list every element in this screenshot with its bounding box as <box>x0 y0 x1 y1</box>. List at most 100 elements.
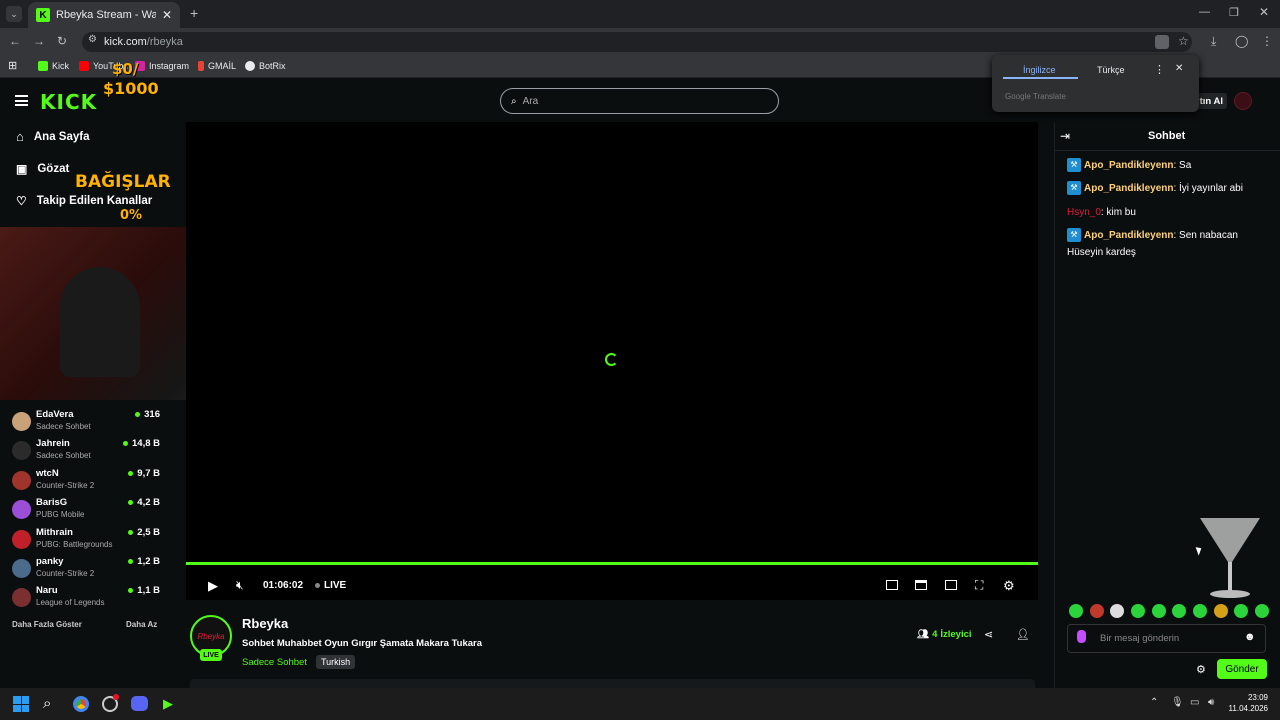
site-info-icon[interactable]: ⚙ <box>88 34 97 45</box>
channel-item[interactable]: Mithrain PUBG: Battlegrounds 2,5 B <box>10 527 160 556</box>
menu-dots-icon[interactable]: ⋮ <box>1261 34 1273 48</box>
channel-name: Naru <box>36 585 58 596</box>
chat-username[interactable]: Apo_Pandikleyenn <box>1084 160 1173 171</box>
taskbar-clock[interactable]: 23:09 11.04.2026 <box>1228 693 1268 713</box>
botrix-icon <box>245 61 255 71</box>
volume-icon[interactable]: 🔊︎ <box>1208 697 1214 708</box>
nav-following[interactable]: ♡ Takip Edilen Kanallar <box>16 194 152 208</box>
tab-search-icon[interactable]: ⌄ <box>6 6 22 22</box>
progress-bar[interactable] <box>186 562 1038 565</box>
theatre-mode-icon[interactable] <box>945 580 957 590</box>
hamburger-menu-icon[interactable] <box>15 95 28 106</box>
pip-icon[interactable] <box>886 580 898 590</box>
live-indicator[interactable]: LIVE <box>315 580 346 591</box>
channel-item[interactable]: wtcN Counter-Strike 2 9,7 B <box>10 468 160 497</box>
url-bar[interactable]: kick.com/rbeyka <box>82 32 1192 52</box>
bookmark-kick[interactable]: Kick <box>38 61 69 71</box>
chat-message: Hsyn_0: kim bu <box>1067 207 1136 218</box>
translate-options-icon[interactable]: ⋮ <box>1154 63 1165 76</box>
channel-item[interactable]: Jahrein Sadece Sohbet 14,8 B <box>10 438 160 467</box>
profile-icon[interactable]: ◯ <box>1235 34 1248 48</box>
channel-name: wtcN <box>36 468 59 479</box>
emote-icon[interactable] <box>1089 604 1104 618</box>
avatar-logo-text: Rbeyka <box>197 631 225 641</box>
collapse-chat-icon[interactable]: ⇥ <box>1060 129 1070 143</box>
send-button[interactable]: Gönder <box>1217 659 1267 679</box>
emoji-picker-icon[interactable]: ☻ <box>1244 631 1256 643</box>
streamer-silhouette <box>60 267 140 377</box>
emote-icon[interactable] <box>1069 604 1083 618</box>
emote-icon[interactable] <box>1213 604 1228 618</box>
windows-taskbar <box>0 688 1280 720</box>
browser-tab[interactable]: K Rbeyka Stream - Watch Live on ✕ <box>28 2 180 28</box>
network-icon[interactable]: ▭ <box>1190 697 1199 708</box>
microphone-icon[interactable] <box>1077 630 1086 643</box>
download-icon[interactable]: ⤓ <box>1211 34 1216 49</box>
search-input[interactable]: ⌕ Ara <box>500 88 779 114</box>
emote-icon[interactable] <box>1110 604 1125 618</box>
chat-username[interactable]: Apo_Pandikleyenn <box>1084 230 1173 241</box>
translate-tab-turkish[interactable]: Türkçe <box>1097 65 1125 75</box>
back-icon[interactable]: ← <box>9 34 21 48</box>
emote-icon[interactable] <box>1234 604 1249 618</box>
url-path: /rbeyka <box>146 36 183 48</box>
reload-icon[interactable]: ↻ <box>57 34 67 48</box>
bookmark-botrix[interactable]: BotRix <box>245 61 286 71</box>
emote-icon[interactable] <box>1151 604 1166 618</box>
chat-message-input[interactable]: Bir mesaj gönderin <box>1067 624 1266 653</box>
channel-category: PUBG: Battlegrounds <box>36 540 113 549</box>
nav-browse[interactable]: ▣ Gözat <box>16 162 69 176</box>
discord-icon[interactable] <box>131 696 148 711</box>
chat-username[interactable]: Hsyn_0 <box>1067 207 1101 218</box>
cocktail-glass-emote <box>1200 518 1260 598</box>
chat-settings-icon[interactable]: ⚙ <box>1196 663 1206 676</box>
translate-icon[interactable] <box>1155 35 1169 49</box>
fullscreen-icon[interactable]: ⛶ <box>975 578 983 593</box>
minimize-icon[interactable]: — <box>1199 6 1210 18</box>
channel-item[interactable]: Naru League of Legends 1,1 B <box>10 585 160 614</box>
channel-item[interactable]: EdaVera Sadece Sohbet 316 <box>10 409 160 438</box>
translate-tab-english[interactable]: İngilizce <box>1023 65 1056 75</box>
kick-app-icon[interactable]: ▶ <box>163 696 173 712</box>
window-close-icon[interactable]: ✕ <box>1259 5 1269 19</box>
mic-tray-icon[interactable]: 🎙︎ <box>1171 697 1184 708</box>
apps-grid-icon[interactable]: ⊞ <box>8 59 17 72</box>
clip-icon[interactable] <box>915 580 927 590</box>
channel-viewers: 14,8 B <box>123 438 160 449</box>
new-tab-icon[interactable]: + <box>190 5 198 21</box>
user-avatar[interactable] <box>1234 92 1252 110</box>
bookmark-gmail[interactable]: GMAİL <box>198 61 236 71</box>
bookmark-star-icon[interactable]: ☆ <box>1178 34 1189 48</box>
tab-title: Rbeyka Stream - Watch Live on <box>56 9 156 21</box>
bookmark-instagram[interactable]: Instagram <box>135 61 189 71</box>
translate-close-icon[interactable]: ✕ <box>1175 63 1183 74</box>
play-icon[interactable]: ▶ <box>208 578 218 594</box>
emote-icon[interactable] <box>1192 604 1207 618</box>
content-panel-edge <box>190 679 1035 688</box>
tab-close-icon[interactable]: ✕ <box>162 8 172 22</box>
show-less-button[interactable]: Daha Az <box>126 620 157 629</box>
taskbar-search-icon[interactable]: ⌕ <box>43 695 51 712</box>
emote-icon[interactable] <box>1130 604 1145 618</box>
share-icon[interactable]: ⋖ <box>984 628 993 641</box>
emote-icon[interactable] <box>1172 604 1187 618</box>
nav-home[interactable]: ⌂ Ana Sayfa <box>16 129 89 144</box>
emote-icon[interactable] <box>1254 604 1269 618</box>
channel-item[interactable]: BarisG PUBG Mobile 4,2 B <box>10 497 160 526</box>
mute-icon[interactable]: 🔇︎ <box>236 578 244 593</box>
tray-chevron-icon[interactable]: ⌃ <box>1150 697 1158 708</box>
streamer-name[interactable]: Rbeyka <box>242 616 288 631</box>
forward-icon[interactable]: → <box>33 34 45 48</box>
follow-user-icon[interactable]: 👤︎ <box>1016 628 1030 641</box>
windows-start-icon[interactable] <box>13 696 29 712</box>
stream-category-link[interactable]: Sadece Sohbet <box>242 657 307 668</box>
settings-gear-icon[interactable]: ⚙ <box>1003 578 1015 594</box>
maximize-icon[interactable]: ❐ <box>1229 6 1239 19</box>
language-tag[interactable]: Turkish <box>316 655 356 669</box>
channel-item[interactable]: panky Counter-Strike 2 1,2 B <box>10 556 160 585</box>
show-more-button[interactable]: Daha Fazla Göster <box>12 620 82 629</box>
kick-logo[interactable]: KICK <box>40 90 97 114</box>
chrome-icon[interactable] <box>73 696 89 712</box>
chat-username[interactable]: Apo_Pandikleyenn <box>1084 183 1173 194</box>
google-translate-brand: Google Translate <box>1005 92 1066 101</box>
